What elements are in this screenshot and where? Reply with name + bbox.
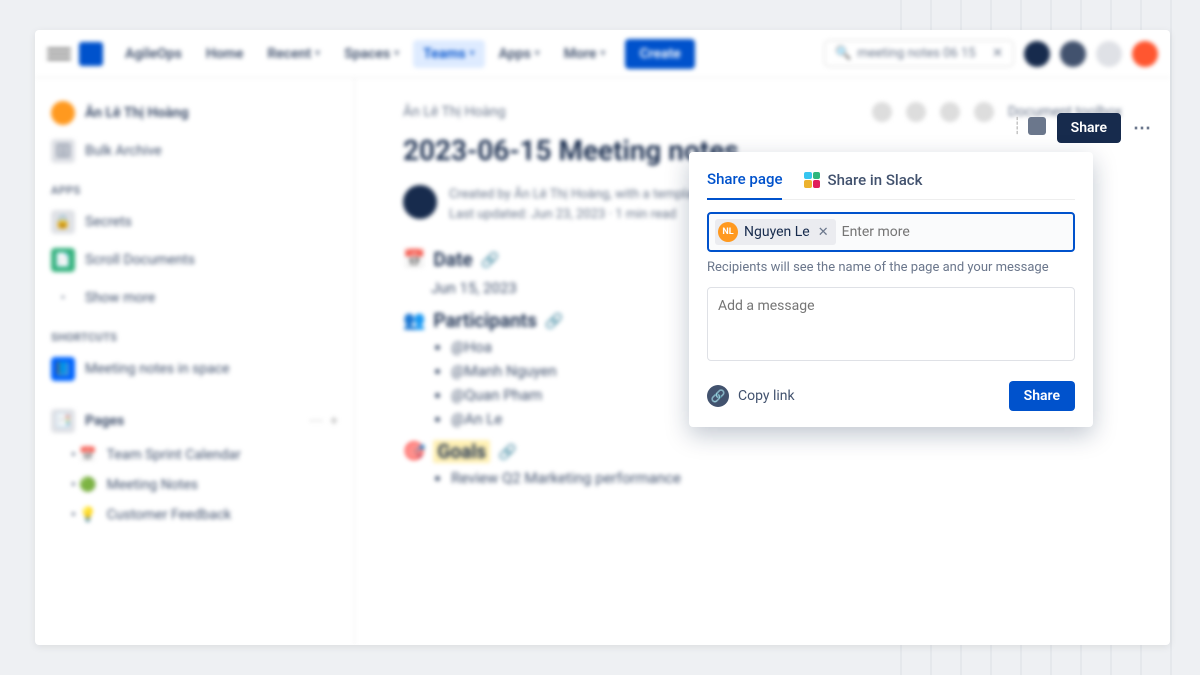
recipients-helper-text: Recipients will see the name of the page… xyxy=(707,260,1075,275)
byline-updated: Last updated: Jun 23, 2023 · 1 min read xyxy=(449,205,704,225)
notifications-icon[interactable] xyxy=(1024,41,1050,67)
chip-avatar: NL xyxy=(718,222,738,242)
nav-spaces[interactable]: Spaces▾ xyxy=(334,40,409,68)
sidebar-page[interactable]: • 🟢 Meeting Notes xyxy=(43,470,346,500)
nav-apps[interactable]: Apps▾ xyxy=(489,40,550,68)
more-actions-icon[interactable]: ⋯ xyxy=(1133,118,1151,139)
link-icon: 🔗 xyxy=(707,385,729,407)
app-switcher-icon[interactable] xyxy=(47,42,71,66)
share-submit-button[interactable]: Share xyxy=(1009,381,1075,411)
recipients-input[interactable]: NL Nguyen Le ✕ xyxy=(707,212,1075,252)
tab-share-slack[interactable]: Share in Slack xyxy=(804,166,922,199)
section-date-heading: Date xyxy=(433,248,472,271)
sidebar-shortcut[interactable]: 📘Meeting notes in space xyxy=(43,350,346,388)
nav-brand[interactable]: AgileOps xyxy=(115,40,192,68)
search-input[interactable]: 🔍 meeting notes 06 15 ✕ xyxy=(824,40,1014,67)
copy-link-button[interactable]: 🔗 Copy link xyxy=(707,385,795,407)
sidebar-user[interactable]: Ân Lê Thị Hoàng xyxy=(43,94,346,132)
section-goals-heading: Goals xyxy=(433,440,490,463)
recipient-chip: NL Nguyen Le ✕ xyxy=(715,219,836,245)
share-popover: Share page Share in Slack NL Nguyen Le ✕… xyxy=(689,152,1093,427)
tab-share-page[interactable]: Share page xyxy=(707,166,782,200)
sidebar-app-scroll[interactable]: 📄Scroll Documents xyxy=(43,241,346,279)
sidebar-app-secrets[interactable]: 🔒Secrets xyxy=(43,203,346,241)
remove-chip-icon[interactable]: ✕ xyxy=(816,225,831,240)
comment-icon[interactable] xyxy=(906,102,926,122)
edit-icon[interactable] xyxy=(872,102,892,122)
recipients-text-input[interactable] xyxy=(842,224,1067,240)
avatar[interactable] xyxy=(1132,41,1158,67)
chip-name: Nguyen Le xyxy=(744,224,810,240)
sidebar: Ân Lê Thị Hoàng 🗄Bulk Archive APPS 🔒Secr… xyxy=(35,78,355,645)
anchor-icon[interactable]: 🔗 xyxy=(481,251,500,269)
top-nav: AgileOps Home Recent▾ Spaces▾ Teams▾ App… xyxy=(35,30,1170,78)
slack-icon xyxy=(804,172,820,188)
goal-item: Review Q2 Marketing performance xyxy=(451,469,1122,487)
create-button[interactable]: Create xyxy=(625,39,694,69)
watch-icon[interactable] xyxy=(974,102,994,122)
author-avatar xyxy=(403,185,437,219)
sidebar-page[interactable]: • 💡 Customer Feedback xyxy=(43,500,346,530)
sidebar-heading-apps: APPS xyxy=(43,170,346,203)
breadcrumb[interactable]: Ân Lê Thị Hoàng xyxy=(403,104,860,120)
sidebar-show-more[interactable]: •Show more xyxy=(43,279,346,317)
nav-more[interactable]: More▾ xyxy=(554,40,616,68)
settings-icon[interactable] xyxy=(1096,41,1122,67)
sidebar-pages-root[interactable]: 📑Pages⋯ + xyxy=(43,402,346,440)
byline-created: Created by Ân Lê Thị Hoàng, with a templ… xyxy=(449,185,704,205)
restrictions-area[interactable]: ┊ xyxy=(1012,116,1046,135)
nav-recent[interactable]: Recent▾ xyxy=(257,40,330,68)
nav-home[interactable]: Home xyxy=(196,40,254,68)
confluence-logo-icon[interactable] xyxy=(79,42,103,66)
sidebar-bulk-archive[interactable]: 🗄Bulk Archive xyxy=(43,132,346,170)
anchor-icon[interactable]: 🔗 xyxy=(545,312,564,330)
message-input[interactable] xyxy=(707,287,1075,361)
share-button[interactable]: Share xyxy=(1057,113,1121,143)
help-icon[interactable] xyxy=(1060,41,1086,67)
sidebar-heading-shortcuts: SHORTCUTS xyxy=(43,317,346,350)
star-icon[interactable] xyxy=(940,102,960,122)
nav-teams[interactable]: Teams▾ xyxy=(413,40,484,68)
sidebar-page[interactable]: • 📅 Team Sprint Calendar xyxy=(43,440,346,470)
lock-icon[interactable] xyxy=(1028,117,1046,135)
anchor-icon[interactable]: 🔗 xyxy=(498,443,517,461)
section-participants-heading: Participants xyxy=(433,309,536,332)
